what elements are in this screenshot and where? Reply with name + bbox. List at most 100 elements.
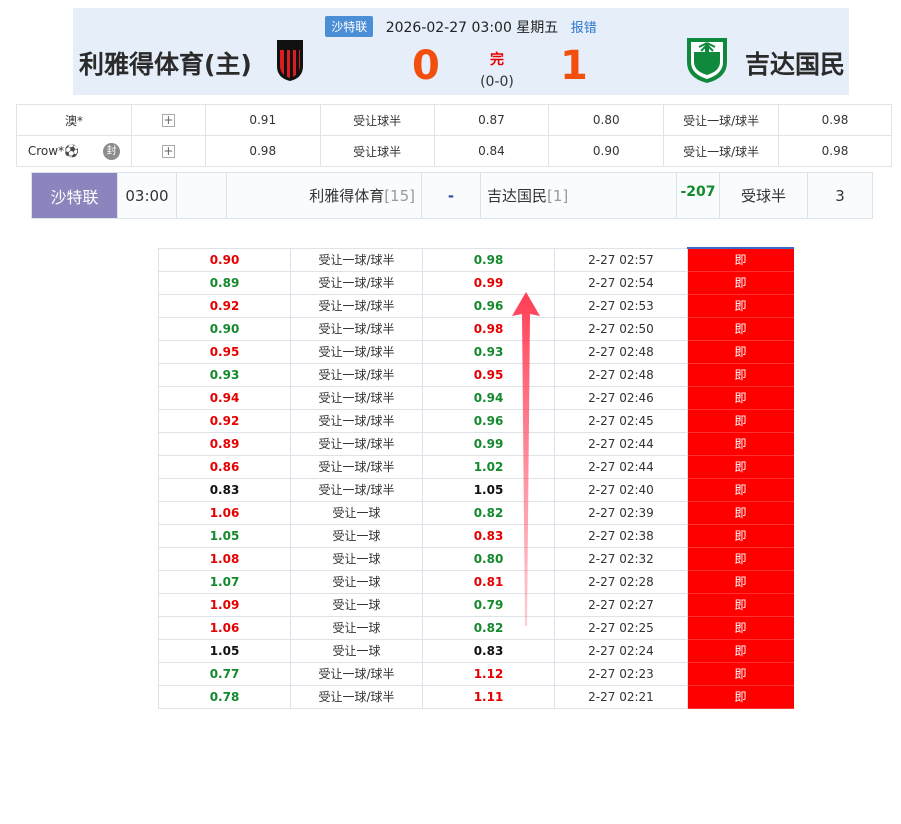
away-odds-cell: 0.94: [422, 386, 555, 410]
away-odds-cell: 1.02: [422, 455, 555, 479]
league-badge[interactable]: 沙特联: [325, 16, 374, 37]
history-row: 1.06 受让一球 0.82 2-27 02:39 即: [158, 501, 794, 525]
change-time-cell: 2-27 02:53: [554, 294, 688, 318]
history-row: 1.06 受让一球 0.82 2-27 02:25 即: [158, 616, 794, 640]
change-time-cell: 2-27 02:38: [554, 524, 688, 548]
away-odds-cell: 0.83: [422, 639, 555, 663]
match-header: 沙特联 2026-02-27 03:00 星期五 报错 利雅得体育(主) 0 完…: [73, 8, 849, 95]
company-name-cell: Crow*⚽ 封: [16, 135, 132, 167]
history-row: 1.08 受让一球 0.80 2-27 02:32 即: [158, 547, 794, 571]
match-bar-handicap: 受球半: [720, 173, 808, 218]
expand-cell[interactable]: +: [130, 135, 206, 167]
match-summary-bar: 沙特联 03:00 利雅得体育 [15] - 吉达国民 [1] -207 受球半 3: [31, 172, 873, 219]
history-row: 0.89 受让一球/球半 0.99 2-27 02:44 即: [158, 432, 794, 456]
home-odds-cell: 1.05: [158, 639, 291, 663]
match-bar-away-name[interactable]: 吉达国民: [487, 185, 547, 206]
live-tag-cell: 即: [687, 501, 794, 525]
match-bar-number: 3: [835, 186, 845, 205]
handicap-line-cell: 受让一球/球半: [290, 662, 423, 686]
away-odds-cell: 0.95: [422, 363, 555, 387]
expand-cell[interactable]: +: [130, 104, 206, 136]
match-bar-dash: -: [422, 173, 481, 218]
live-tag-cell: 即: [687, 616, 794, 640]
change-time-cell: 2-27 02:48: [554, 340, 688, 364]
change-time-cell: 2-27 02:27: [554, 593, 688, 617]
live-tag-cell: 即: [687, 247, 794, 272]
home-odds-cell: 0.95: [158, 340, 291, 364]
history-row: 0.78 受让一球/球半 1.11 2-27 02:21 即: [158, 685, 794, 709]
live-tag-cell: 即: [687, 478, 794, 502]
live-tag-cell: 即: [687, 409, 794, 433]
away-odds-cell: 1.11: [422, 685, 555, 709]
home-odds-cell: 0.92: [158, 294, 291, 318]
live-tag-cell: 即: [687, 639, 794, 663]
away-odds-cell: 0.99: [422, 271, 555, 295]
expand-plus-icon[interactable]: +: [161, 145, 175, 158]
home-odds-cell: 0.90: [158, 317, 291, 341]
live-tag-cell: 即: [687, 524, 794, 548]
handicap-line-cell: 受让一球/球半: [290, 271, 423, 295]
match-bar-away-rank: [1]: [547, 186, 569, 205]
match-bar-home-rank: [15]: [384, 186, 415, 205]
home-odds-cell: 1.06: [158, 501, 291, 525]
home-odds-cell: 0.92: [158, 409, 291, 433]
handicap-line-cell: 受让一球/球半: [290, 294, 423, 318]
history-row: 1.07 受让一球 0.81 2-27 02:28 即: [158, 570, 794, 594]
expand-plus-icon[interactable]: +: [161, 114, 175, 127]
match-bar-league[interactable]: 沙特联: [32, 173, 118, 218]
change-time-cell: 2-27 02:44: [554, 455, 688, 479]
away-odds-cell: 0.96: [422, 294, 555, 318]
handicap-cell: 受让一球/球半: [663, 135, 780, 167]
live-tag-cell: 即: [687, 662, 794, 686]
match-bar-away[interactable]: 吉达国民 [1]: [481, 173, 677, 218]
away-score: 1: [560, 43, 588, 89]
history-row: 0.90 受让一球/球半 0.98 2-27 02:57 即: [158, 247, 794, 272]
match-bar-time: 03:00: [118, 173, 177, 218]
report-error-link[interactable]: 报错: [571, 21, 597, 36]
live-tag-cell: 即: [687, 317, 794, 341]
handicap-line-cell: 受让一球/球半: [290, 685, 423, 709]
odds-cell: 0.84: [433, 135, 550, 167]
handicap-line-cell: 受让一球: [290, 639, 423, 663]
change-time-cell: 2-27 02:21: [554, 685, 688, 709]
home-odds-cell: 0.86: [158, 455, 291, 479]
history-row: 0.92 受让一球/球半 0.96 2-27 02:45 即: [158, 409, 794, 433]
home-odds-cell: 1.08: [158, 547, 291, 571]
odds-history-table: 0.90 受让一球/球半 0.98 2-27 02:57 即 0.89 受让一球/球半 0.9…: [158, 247, 794, 709]
handicap-line-cell: 受让一球/球半: [290, 478, 423, 502]
history-row: 0.83 受让一球/球半 1.05 2-27 02:40 即: [158, 478, 794, 502]
away-odds-cell: 0.80: [422, 547, 555, 571]
away-team-name[interactable]: 吉达国民: [745, 45, 845, 81]
odds-cell: 0.91: [204, 104, 321, 136]
change-time-cell: 2-27 02:23: [554, 662, 688, 686]
live-tag-cell: 即: [687, 593, 794, 617]
away-odds-cell: 0.96: [422, 409, 555, 433]
home-odds-cell: 0.89: [158, 271, 291, 295]
change-time-cell: 2-27 02:46: [554, 386, 688, 410]
history-row: 0.77 受让一球/球半 1.12 2-27 02:23 即: [158, 662, 794, 686]
change-time-cell: 2-27 02:57: [554, 247, 688, 272]
change-time-cell: 2-27 02:54: [554, 271, 688, 295]
history-row: 1.05 受让一球 0.83 2-27 02:24 即: [158, 639, 794, 663]
away-odds-cell: 0.79: [422, 593, 555, 617]
history-row: 0.93 受让一球/球半 0.95 2-27 02:48 即: [158, 363, 794, 387]
odds-cell: 0.98: [778, 104, 892, 136]
away-odds-cell: 1.05: [422, 478, 555, 502]
match-bar-home-name[interactable]: 利雅得体育: [309, 185, 384, 206]
handicap-line-cell: 受让一球: [290, 616, 423, 640]
handicap-line-cell: 受让一球: [290, 501, 423, 525]
home-odds-cell: 1.07: [158, 570, 291, 594]
history-row: 0.95 受让一球/球半 0.93 2-27 02:48 即: [158, 340, 794, 364]
match-bar-home[interactable]: 利雅得体育 [15]: [227, 173, 422, 218]
handicap-line-cell: 受让一球: [290, 547, 423, 571]
handicap-line-cell: 受让一球/球半: [290, 386, 423, 410]
handicap-line-cell: 受让一球/球半: [290, 363, 423, 387]
change-time-cell: 2-27 02:48: [554, 363, 688, 387]
sealed-badge-icon: 封: [103, 142, 121, 160]
live-tag-cell: 即: [687, 271, 794, 295]
handicap-line-cell: 受让一球/球半: [290, 409, 423, 433]
home-odds-cell: 0.93: [158, 363, 291, 387]
handicap-line-cell: 受让一球/球半: [290, 432, 423, 456]
odds-cell: 0.98: [204, 135, 321, 167]
live-tag-cell: 即: [687, 547, 794, 571]
